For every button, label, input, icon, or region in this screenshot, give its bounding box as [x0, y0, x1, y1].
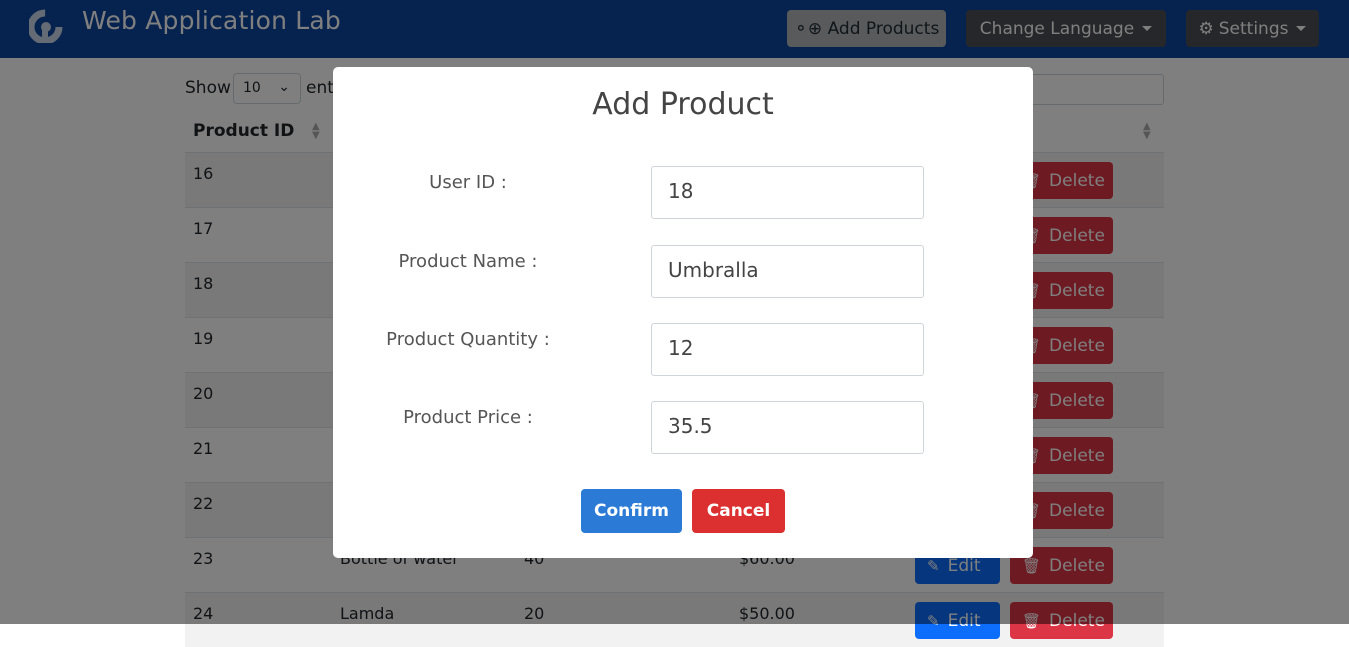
product-price-label: Product Price :: [403, 407, 533, 428]
user-id-label: User ID :: [429, 172, 507, 193]
product-name-label: Product Name :: [398, 251, 538, 272]
product-quantity-field[interactable]: 12: [651, 323, 924, 376]
product-quantity-label: Product Quantity :: [386, 329, 550, 350]
product-name-field[interactable]: Umbralla: [651, 245, 924, 298]
confirm-button[interactable]: Confirm: [581, 489, 682, 533]
user-id-field[interactable]: 18: [651, 166, 924, 219]
cancel-button[interactable]: Cancel: [692, 489, 785, 533]
add-product-modal: Add Product User ID : 18 Product Name : …: [333, 67, 1033, 558]
modal-title: Add Product: [592, 87, 774, 122]
product-price-field[interactable]: 35.5: [651, 401, 924, 454]
